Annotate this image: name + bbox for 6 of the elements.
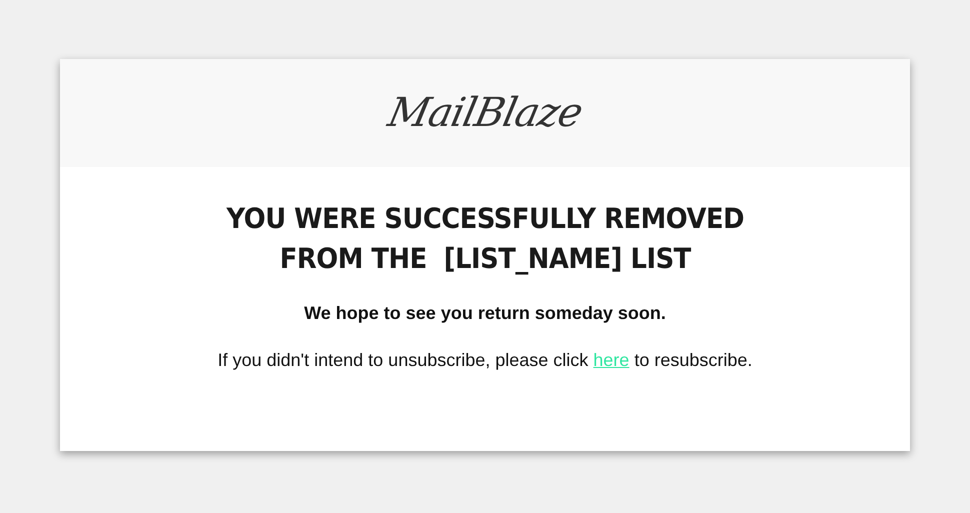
logo: MailBlaze	[384, 90, 586, 136]
heading-line: YOU WERE SUCCESSFULLY REMOVED	[226, 201, 744, 237]
subheading: We hope to see you return someday soon.	[304, 303, 666, 324]
resubscribe-text: If you didn't intend to unsubscribe, please click here to resubscribe.	[218, 350, 752, 371]
heading-line: FROM THE [LIST_NAME] LIST	[280, 241, 690, 277]
resubscribe-link[interactable]: here	[593, 350, 630, 370]
